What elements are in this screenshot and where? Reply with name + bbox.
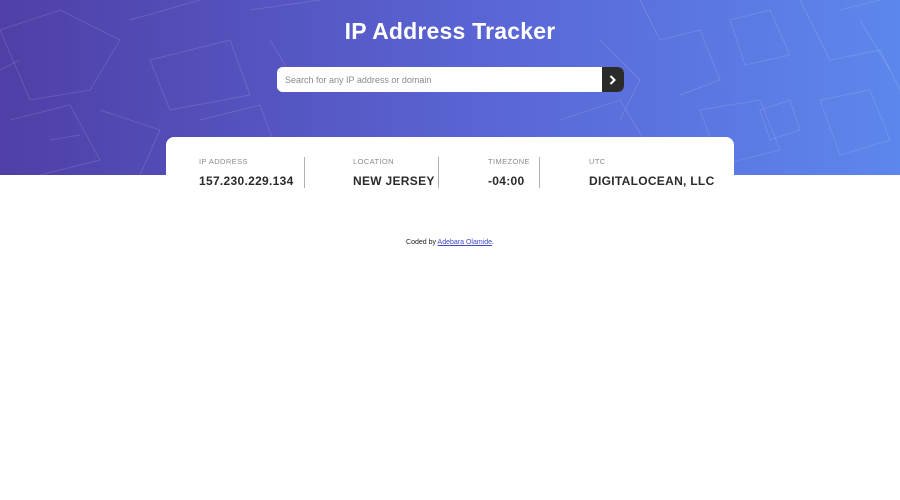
location-value: NEW JERSEY [353,174,435,188]
location-label: LOCATION [353,157,394,166]
timezone-label: TIMEZONE [488,157,530,166]
timezone-value: -04:00 [488,174,525,188]
info-card: IP ADDRESS 157.230.229.134 LOCATION NEW … [166,137,734,197]
isp-label: UTC [589,157,606,166]
footer-prefix: Coded by [406,239,438,246]
divider [539,157,540,188]
footer-suffix: . [492,239,494,246]
divider [438,157,439,188]
search-bar [277,67,624,92]
page-title: IP Address Tracker [344,18,556,44]
ip-address-label: IP ADDRESS [199,157,248,166]
attribution-footer: Coded by Adebara Olamide. [0,239,900,246]
search-input[interactable] [277,67,602,92]
chevron-right-icon [609,74,616,85]
isp-value: DIGITALOCEAN, LLC [589,174,715,188]
ip-address-value: 157.230.229.134 [199,174,294,188]
divider [304,157,305,188]
search-button[interactable] [602,67,624,92]
author-link[interactable]: Adebara Olamide [438,239,492,246]
